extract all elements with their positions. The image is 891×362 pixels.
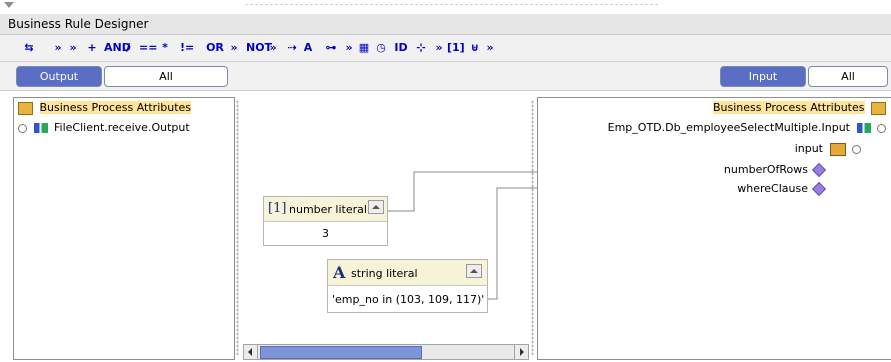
input-panel — [537, 97, 891, 360]
scroll-thumb[interactable] — [260, 346, 422, 359]
collapse-icon[interactable] — [368, 200, 384, 214]
field-number-of-rows[interactable]: numberOfRows — [723, 162, 827, 178]
field-diamond-icon — [811, 162, 827, 178]
expand-icon — [877, 123, 886, 133]
field-where-clause[interactable]: whereClause — [737, 181, 827, 197]
field-label: whereClause — [737, 182, 808, 195]
input-node-icon — [829, 142, 846, 156]
field-diamond-icon — [811, 181, 827, 197]
right-tree-root-label: Business Process Attributes — [712, 101, 865, 114]
string-literal-box[interactable]: A string literal 'emp_no in (103, 109, 1… — [327, 259, 488, 313]
number-literal-title: number literal — [289, 203, 367, 216]
folder-icon — [871, 101, 886, 115]
right-splitter[interactable] — [531, 100, 534, 355]
expand-icon — [852, 144, 861, 154]
field-label: numberOfRows — [723, 163, 808, 176]
right-tree-input-node[interactable]: input — [795, 142, 861, 156]
number-literal-box[interactable]: [1] number literal 3 — [263, 196, 388, 246]
string-literal-icon: A — [333, 263, 346, 282]
right-tree-child-label: Emp_OTD.Db_employeeSelectMultiple.Input — [607, 121, 850, 134]
right-tree-root[interactable]: Business Process Attributes — [712, 101, 886, 115]
scroll-right-arrow[interactable] — [514, 345, 528, 359]
right-tree-input-label: input — [794, 142, 823, 155]
string-literal-value[interactable]: 'emp_no in (103, 109, 117)' — [332, 293, 484, 306]
tree-node-icon — [856, 123, 871, 133]
collapse-icon[interactable] — [466, 264, 482, 278]
number-literal-value[interactable]: 3 — [264, 227, 387, 240]
right-tree-child[interactable]: Emp_OTD.Db_employeeSelectMultiple.Input — [608, 121, 886, 134]
link-number-to-rows — [386, 171, 530, 212]
string-literal-title: string literal — [351, 267, 418, 280]
link-string-to-where — [486, 187, 530, 300]
scroll-left-arrow[interactable] — [244, 345, 258, 359]
number-literal-icon: [1] — [268, 201, 287, 216]
